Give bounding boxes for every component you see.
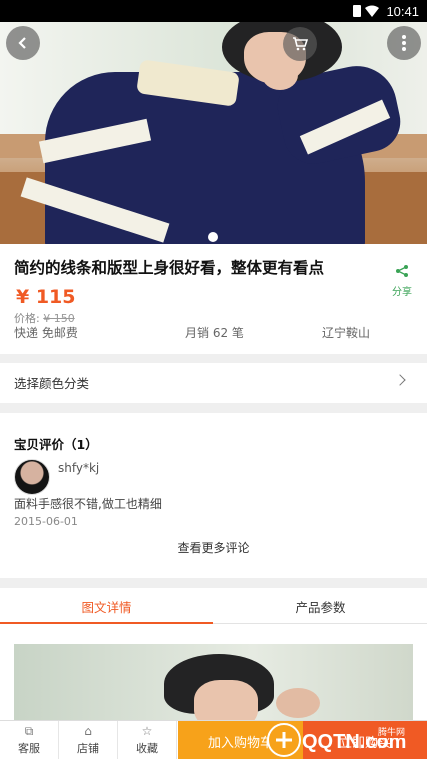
service-label: 客服 xyxy=(18,742,40,755)
share-button[interactable]: 分享 xyxy=(388,264,416,298)
cart-button[interactable] xyxy=(283,27,317,61)
carousel-indicator xyxy=(208,232,218,242)
customer-service-button[interactable]: ⧉ 客服 xyxy=(0,721,59,759)
more-reviews-link[interactable]: 查看更多评论 xyxy=(0,539,427,556)
wifi-icon xyxy=(365,5,379,17)
product-image-carousel[interactable] xyxy=(0,22,427,244)
status-bar: 10:41 xyxy=(0,0,427,22)
ship-location: 辽宁鞍山 xyxy=(322,326,371,340)
battery-icon xyxy=(353,5,361,17)
color-select-row[interactable]: 选择颜色分类 xyxy=(0,363,427,403)
avatar xyxy=(14,459,50,495)
monthly-sales: 月销 62 笔 xyxy=(185,326,244,340)
svg-text:腾牛网: 腾牛网 xyxy=(378,726,405,738)
review-username: shfy*kj xyxy=(58,461,100,475)
reviews-section: 宝贝评价（1） shfy*kj 面料手感很不错,做工也精细 2015-06-01… xyxy=(0,413,427,578)
share-label: 分享 xyxy=(392,287,412,298)
cart-icon xyxy=(293,37,308,51)
detail-content xyxy=(0,624,427,724)
watermark-logo-icon: QQTN.com 腾牛网 xyxy=(267,723,420,757)
back-button[interactable] xyxy=(6,26,40,60)
store-icon: ⌂ xyxy=(84,724,92,738)
review-comment: 面料手感很不错,做工也精细 xyxy=(14,497,162,511)
status-time: 10:41 xyxy=(386,4,419,19)
product-info: 简约的线条和版型上身很好看，整体更有看点 分享 ¥ 115 价格: ¥ 150 … xyxy=(0,244,427,354)
product-detail-page: 10:41 简约的线条和版型上身很好看，整体更有看点 分享 ¥ 115 价格: xyxy=(0,0,427,759)
detail-image xyxy=(14,644,413,724)
current-price: ¥ 115 xyxy=(16,286,76,308)
more-vertical-icon xyxy=(402,35,406,51)
chevron-left-icon xyxy=(18,37,26,49)
product-title: 简约的线条和版型上身很好看，整体更有看点 xyxy=(14,259,325,277)
shipping-info: 快递 免邮费 xyxy=(14,326,78,340)
more-options-button[interactable] xyxy=(387,26,421,60)
chevron-right-icon xyxy=(394,374,406,386)
detail-tabs: 图文详情 产品参数 xyxy=(0,588,427,624)
tab-image-details[interactable]: 图文详情 xyxy=(0,588,213,624)
favorite-label: 收藏 xyxy=(136,742,158,755)
color-select-label: 选择颜色分类 xyxy=(14,376,90,391)
reviews-heading: 宝贝评价（1） xyxy=(14,437,98,452)
tab-product-params[interactable]: 产品参数 xyxy=(214,588,427,624)
store-button[interactable]: ⌂ 店铺 xyxy=(59,721,118,759)
review-date: 2015-06-01 xyxy=(14,515,78,528)
star-icon: ☆ xyxy=(141,724,153,738)
chat-icon: ⧉ xyxy=(24,724,34,738)
share-icon xyxy=(396,265,408,277)
store-label: 店铺 xyxy=(77,742,99,755)
favorite-button[interactable]: ☆ 收藏 xyxy=(118,721,177,759)
